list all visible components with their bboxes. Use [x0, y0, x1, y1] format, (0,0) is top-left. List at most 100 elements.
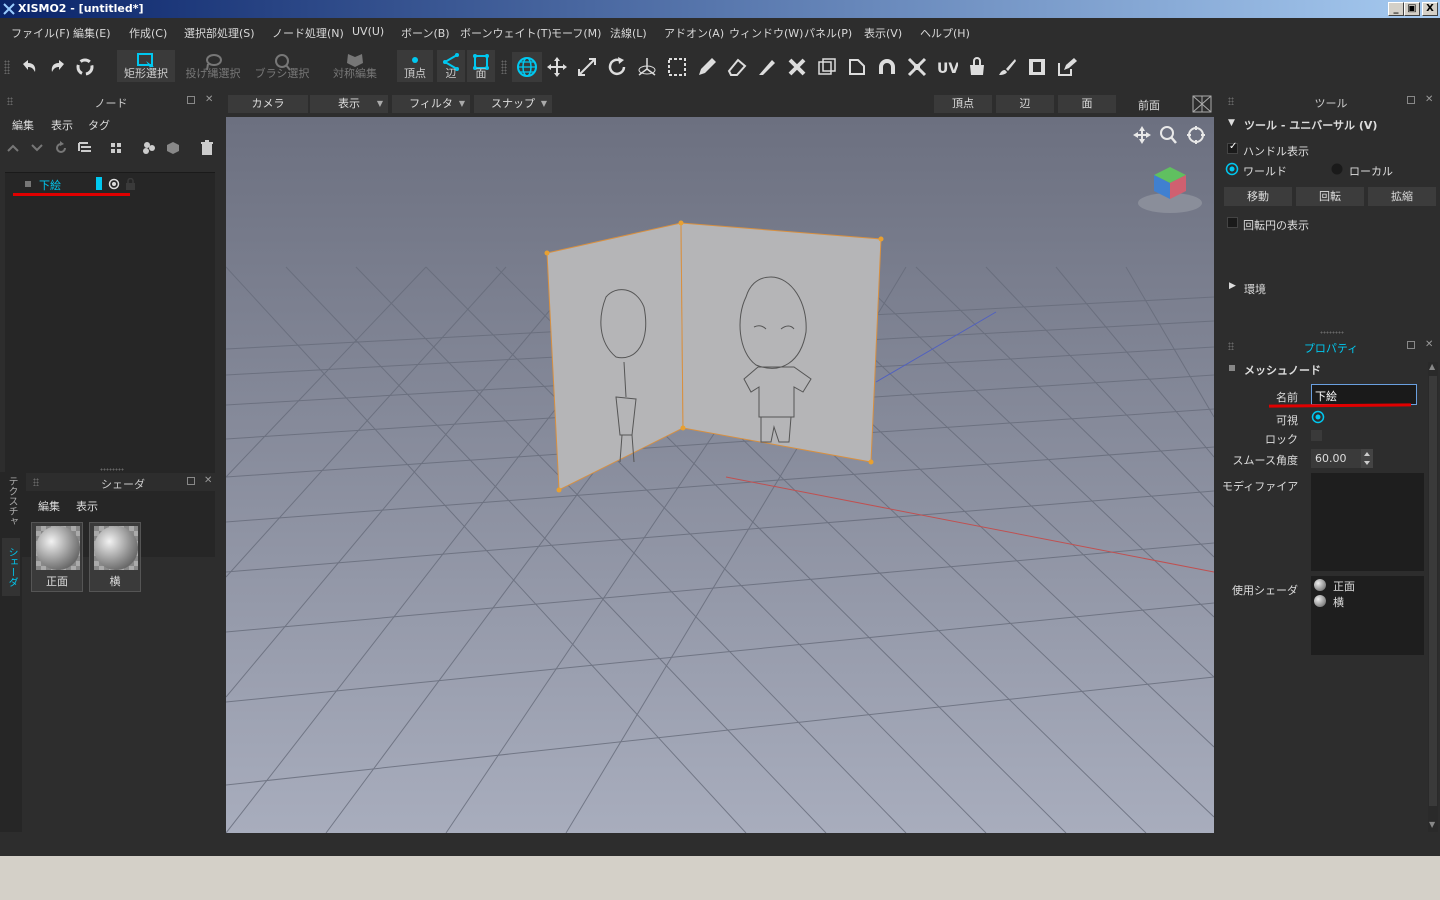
visibility-eye-icon[interactable]: [108, 178, 120, 190]
shader-thumb-front[interactable]: 正面: [31, 522, 83, 592]
menu-create[interactable]: 作成(C): [129, 25, 167, 41]
grid-box-icon[interactable]: [816, 56, 838, 78]
toolbar-grip-2[interactable]: [501, 60, 507, 74]
chevron-down-icon[interactable]: [30, 142, 44, 154]
node-panel-minimize-button[interactable]: [187, 96, 195, 104]
properties-panel-close-icon[interactable]: ✕: [1425, 339, 1433, 350]
node-menu-view[interactable]: 表示: [51, 117, 73, 133]
shader-menu-view[interactable]: 表示: [76, 498, 98, 514]
cross-icon[interactable]: [786, 56, 808, 78]
display-dropdown[interactable]: 表示 ▼: [310, 95, 388, 113]
shader-thumb-side[interactable]: 横: [89, 522, 141, 592]
vp-face-button[interactable]: 面: [1058, 95, 1116, 113]
spinner-icon[interactable]: [1361, 449, 1373, 468]
smooth-angle-input[interactable]: 60.00: [1311, 449, 1361, 468]
node-menu-tag[interactable]: タグ: [88, 117, 110, 133]
arch-icon[interactable]: [876, 56, 898, 78]
right-panel-splitter[interactable]: [1320, 331, 1344, 334]
name-input[interactable]: 下絵: [1311, 384, 1417, 405]
environment-label[interactable]: 環境: [1244, 281, 1266, 297]
visible-radio[interactable]: [1311, 410, 1325, 424]
list-item[interactable]: 正面: [1333, 578, 1355, 594]
menu-bone[interactable]: ボーン(B): [401, 25, 450, 41]
shader-panel-close-icon[interactable]: ✕: [204, 475, 212, 486]
bevel-icon[interactable]: [846, 56, 868, 78]
edge-mode-button[interactable]: 辺: [437, 50, 465, 82]
group-icon[interactable]: [142, 141, 156, 155]
menu-morph[interactable]: モーフ(M): [551, 25, 601, 41]
face-mode-button[interactable]: 面: [467, 50, 495, 82]
menu-view[interactable]: 表示(V): [864, 25, 902, 41]
menu-selection[interactable]: 選択部処理(S): [184, 25, 255, 41]
close-button[interactable]: X: [1422, 2, 1438, 16]
toolbar-grip[interactable]: [4, 60, 10, 74]
brush-icon[interactable]: [996, 56, 1018, 78]
lock-checkbox[interactable]: [1311, 430, 1322, 441]
move-icon[interactable]: [546, 56, 568, 78]
marquee-icon[interactable]: [666, 56, 688, 78]
chevron-up-icon[interactable]: [6, 142, 20, 154]
menu-file[interactable]: ファイル(F): [11, 25, 70, 41]
eraser-icon[interactable]: [726, 56, 748, 78]
show-handle-checkbox[interactable]: ✓: [1227, 141, 1238, 154]
menu-boneweight[interactable]: ボーンウェイト(T): [460, 25, 552, 41]
list-item[interactable]: 横: [1333, 594, 1344, 610]
menu-addon[interactable]: アドオン(A): [664, 25, 724, 41]
rotation-circle-checkbox[interactable]: [1227, 217, 1238, 228]
properties-panel-minimize-button[interactable]: [1407, 341, 1415, 349]
world-radio[interactable]: [1225, 162, 1239, 176]
global-mode-button[interactable]: [512, 52, 542, 82]
undo-icon[interactable]: [18, 56, 40, 78]
restore-button[interactable]: ▣: [1404, 2, 1420, 16]
tab-texture[interactable]: テクスチャ: [2, 472, 20, 530]
filter-dropdown[interactable]: フィルタ ▼: [392, 95, 470, 113]
3d-viewport[interactable]: [226, 117, 1214, 833]
vp-vertex-button[interactable]: 頂点: [934, 95, 992, 113]
tool-panel-close-icon[interactable]: ✕: [1425, 94, 1433, 105]
axis-icon[interactable]: [636, 56, 658, 78]
vertex-mode-button[interactable]: 頂点: [397, 50, 433, 82]
snap-dropdown[interactable]: スナップ ▼: [474, 95, 552, 113]
modifier-list[interactable]: [1311, 473, 1424, 571]
node-refresh-icon[interactable]: [54, 141, 68, 155]
hierarchy-icon[interactable]: [78, 141, 92, 155]
image-plane-front[interactable]: [680, 222, 882, 463]
camera-dropdown[interactable]: カメラ: [228, 95, 308, 113]
node-panel-close-icon[interactable]: ✕: [205, 94, 213, 105]
menu-window[interactable]: ウィンドウ(W): [729, 25, 803, 41]
rotate-icon[interactable]: [606, 56, 628, 78]
properties-scrollbar[interactable]: ▲ ▼: [1428, 362, 1438, 832]
lock-icon[interactable]: [125, 178, 136, 190]
expand-triangle-icon[interactable]: ▶: [1229, 281, 1236, 291]
tool-section-title[interactable]: ツール - ユニバーサル (V): [1244, 117, 1377, 133]
redo-icon[interactable]: [47, 56, 69, 78]
tool-panel-minimize-button[interactable]: [1407, 96, 1415, 104]
menu-normal[interactable]: 法線(L): [610, 25, 647, 41]
minimize-button[interactable]: _: [1388, 2, 1404, 16]
view-name-label[interactable]: 前面: [1138, 97, 1160, 113]
trash-icon[interactable]: [200, 140, 214, 156]
uv-icon[interactable]: UV: [936, 56, 958, 78]
panel-splitter[interactable]: [100, 468, 124, 471]
shrink-icon[interactable]: [906, 56, 928, 78]
pencil-icon[interactable]: [696, 56, 718, 78]
rotate-button[interactable]: 回転: [1296, 187, 1364, 206]
grid-icon[interactable]: [109, 141, 123, 155]
move-button[interactable]: 移動: [1224, 187, 1292, 206]
film-icon[interactable]: [1026, 56, 1048, 78]
recycle-icon[interactable]: [74, 56, 96, 78]
scale-icon[interactable]: [576, 56, 598, 78]
edit-box-icon[interactable]: [1056, 56, 1078, 78]
menu-edit[interactable]: 編集(E): [73, 25, 111, 41]
scale-button[interactable]: 拡縮: [1368, 187, 1436, 206]
menu-help[interactable]: ヘルプ(H): [920, 25, 970, 41]
knife-icon[interactable]: [756, 56, 778, 78]
brush-select-button[interactable]: ブラシ選択: [253, 50, 311, 82]
view-layout-icon[interactable]: [1192, 95, 1212, 113]
lasso-select-button[interactable]: 投げ縄選択: [183, 50, 243, 82]
cube-icon[interactable]: [166, 141, 180, 155]
rect-select-button[interactable]: 矩形選択: [117, 50, 175, 82]
used-shader-list[interactable]: 正面 横: [1311, 576, 1424, 655]
symmetric-edit-button[interactable]: 対称編集: [327, 50, 383, 82]
menu-uv[interactable]: UV(U): [352, 25, 384, 38]
